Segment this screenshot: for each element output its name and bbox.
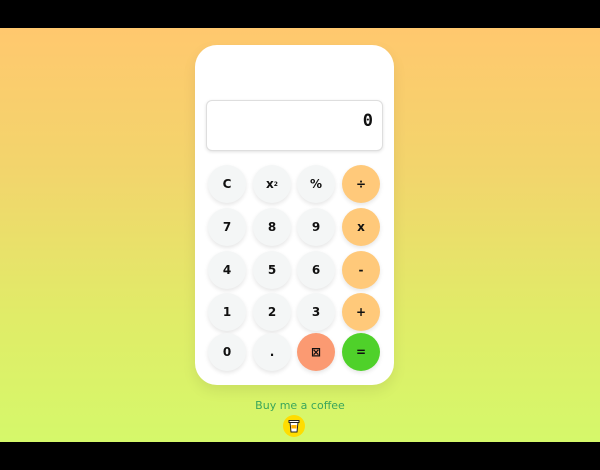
digit-0-button[interactable]: 0 [208,333,246,371]
add-button[interactable]: + [342,293,380,331]
digit-2-label: 2 [267,305,277,319]
digit-5-label: 5 [267,263,277,277]
clear-label: C [222,177,232,191]
digit-6-label: 6 [311,263,321,277]
multiply-button[interactable]: x [342,208,380,246]
divide-label: ÷ [355,177,367,191]
digit-9-button[interactable]: 9 [297,208,335,246]
digit-1-label: 1 [222,305,232,319]
divide-button[interactable]: ÷ [342,165,380,203]
add-label: + [355,305,367,319]
backspace-label: ⊠ [310,345,322,359]
digit-9-label: 9 [311,220,321,234]
square-label: x [266,177,274,191]
digit-4-button[interactable]: 4 [208,251,246,289]
equals-label: = [355,345,367,359]
digit-6-button[interactable]: 6 [297,251,335,289]
digit-8-label: 8 [267,220,277,234]
subtract-button[interactable]: - [342,251,380,289]
digit-5-button[interactable]: 5 [253,251,291,289]
percent-label: % [309,177,323,191]
equals-button[interactable]: = [342,333,380,371]
superscript-label: 2 [273,180,278,188]
digit-7-label: 7 [222,220,232,234]
digit-4-label: 4 [222,263,232,277]
square-button[interactable]: x2 [253,165,291,203]
buy-me-a-coffee-link[interactable]: Buy me a coffee [0,399,600,412]
multiply-label: x [357,220,365,234]
app-background: 0 Cx 2% ÷ 7 8 9 x 4 5 6-1 2 3 +0. ⊠ = Buy me a coffee [0,28,600,442]
calculator-panel: 0 Cx 2% ÷ 7 8 9 x 4 5 6-1 2 3 +0. ⊠ = [195,45,394,385]
digit-3-label: 3 [311,305,321,319]
decimal-button[interactable]: . [253,333,291,371]
percent-button[interactable]: % [297,165,335,203]
digit-0-label: 0 [222,345,232,359]
coffee-cup-icon[interactable] [283,415,305,437]
digit-8-button[interactable]: 8 [253,208,291,246]
clear-button[interactable]: C [208,165,246,203]
display-value: 0 [362,111,373,131]
backspace-button[interactable]: ⊠ [297,333,335,371]
decimal-label: . [269,345,275,359]
digit-3-button[interactable]: 3 [297,293,335,331]
digit-7-button[interactable]: 7 [208,208,246,246]
subtract-label: - [358,263,364,277]
digit-2-button[interactable]: 2 [253,293,291,331]
digit-1-button[interactable]: 1 [208,293,246,331]
calculator-display: 0 [206,100,383,151]
